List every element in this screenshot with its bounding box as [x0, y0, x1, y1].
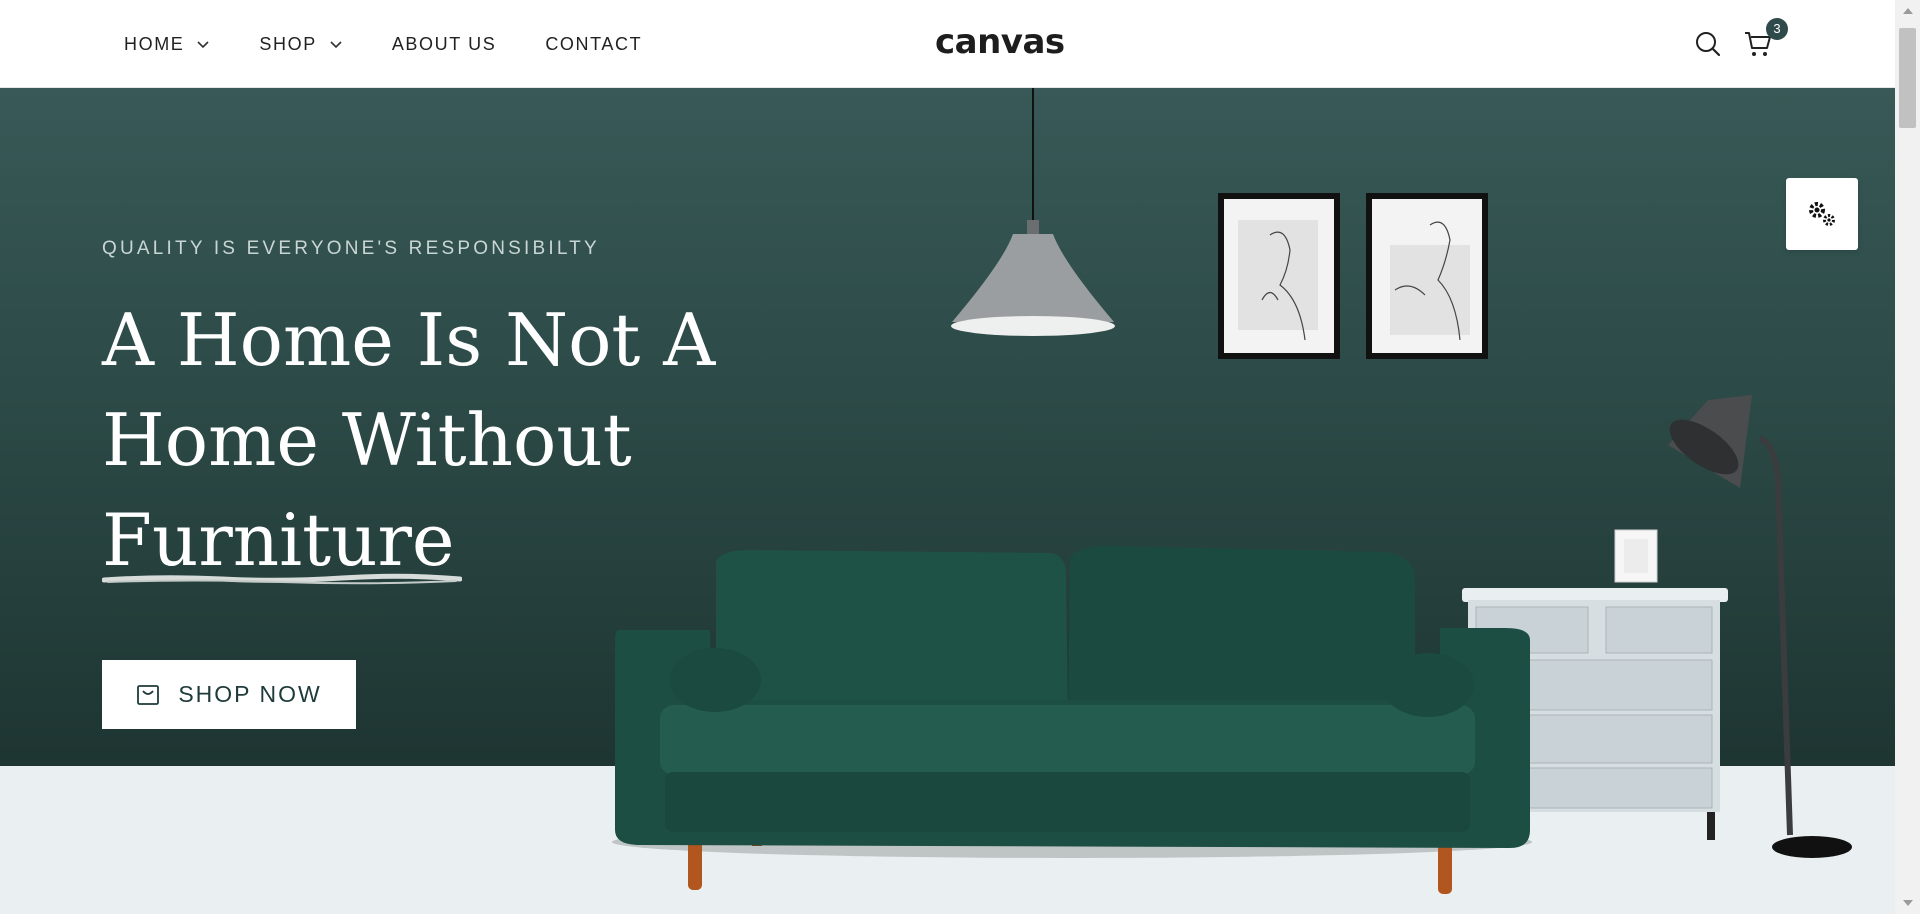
shop-now-button[interactable]: SHOP NOW — [102, 660, 356, 729]
cart-button[interactable]: 3 — [1740, 18, 1788, 62]
brand-logo[interactable]: canvas — [935, 22, 1065, 62]
scrollbar-thumb[interactable] — [1899, 28, 1916, 128]
hero-headline: A Home Is Not A Home Without Furniture — [102, 290, 802, 590]
search-icon — [1696, 32, 1721, 57]
headline-line-1: A Home Is Not A — [102, 298, 716, 382]
gears-icon — [1809, 202, 1835, 226]
hero-floor — [0, 766, 1895, 914]
nav-about-us[interactable]: ABOUT US — [392, 34, 497, 55]
main-nav: HOME SHOP ABOUT US CONTACT — [124, 0, 691, 88]
nav-about-label: ABOUT US — [391, 33, 497, 54]
settings-toggle-button[interactable] — [1786, 178, 1858, 250]
search-button[interactable] — [1690, 26, 1726, 62]
cart-count-badge: 3 — [1766, 18, 1788, 40]
header-actions: 3 — [1690, 18, 1788, 62]
headline-underline — [102, 573, 462, 585]
shop-now-label: SHOP NOW — [178, 681, 322, 707]
headline-line-2: Home Without — [102, 398, 632, 482]
scroll-up-arrow[interactable] — [1895, 2, 1920, 20]
chevron-down-icon — [197, 41, 209, 49]
nav-contact[interactable]: CONTACT — [545, 34, 642, 55]
nav-home-label: HOME — [124, 33, 185, 54]
nav-home[interactable]: HOME — [124, 34, 210, 55]
hero-kicker: QUALITY IS EVERYONE'S RESPONSIBILTY — [102, 238, 600, 259]
page-scrollbar[interactable] — [1895, 0, 1920, 914]
chevron-down-icon — [330, 41, 342, 49]
nav-shop-label: SHOP — [259, 33, 317, 54]
nav-contact-label: CONTACT — [545, 33, 643, 54]
nav-shop[interactable]: SHOP — [259, 34, 342, 55]
bag-icon — [137, 684, 160, 705]
site-header: HOME SHOP ABOUT US CONTACT canvas 3 — [0, 0, 1895, 88]
scroll-down-icon — [1902, 900, 1913, 906]
scroll-up-icon — [1902, 8, 1913, 14]
scroll-down-arrow[interactable] — [1895, 894, 1920, 912]
